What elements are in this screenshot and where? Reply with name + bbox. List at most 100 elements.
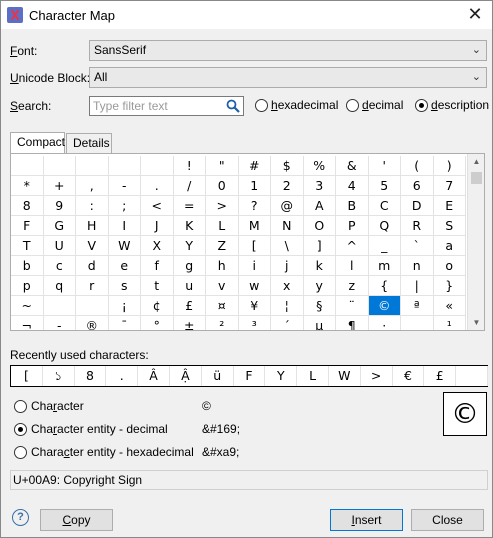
grid-cell[interactable]: £ [173, 296, 206, 316]
search-hexadecimal-radio[interactable]: hexadecimal [255, 98, 338, 112]
grid-cell[interactable]: * [11, 176, 44, 196]
grid-cell[interactable]: ) [433, 156, 466, 176]
scroll-down-icon[interactable]: ▼ [468, 318, 484, 327]
recent-character[interactable] [456, 366, 488, 386]
grid-cell[interactable]: G [43, 216, 76, 236]
grid-cell[interactable]: S [433, 216, 466, 236]
tab-details[interactable]: Details [66, 133, 112, 153]
output-entity-decimal-radio[interactable]: Character entity - decimal [14, 422, 168, 436]
grid-cell[interactable]: ¤ [206, 296, 239, 316]
search-input[interactable] [90, 97, 220, 115]
recent-character[interactable]: Ậ [170, 366, 202, 386]
grid-cell[interactable]: P [336, 216, 369, 236]
grid-cell[interactable]: µ [304, 316, 336, 330]
grid-cell[interactable] [43, 156, 76, 176]
search-decimal-radio[interactable]: decimal [346, 98, 403, 112]
grid-cell[interactable]: A [303, 196, 336, 216]
scrollbar-thumb[interactable] [471, 172, 482, 184]
grid-cell[interactable]: . [141, 176, 174, 196]
grid-cell[interactable]: x [271, 276, 304, 296]
recent-character[interactable]: ১ [43, 366, 75, 386]
recent-character[interactable]: . [106, 366, 139, 386]
grid-cell[interactable]: $ [271, 156, 304, 176]
grid-cell[interactable]: Q [368, 216, 401, 236]
grid-cell[interactable]: v [206, 276, 239, 296]
grid-cell[interactable]: ¹ [434, 316, 466, 330]
grid-cell[interactable]: p [11, 276, 44, 296]
grid-cell[interactable]: > [206, 196, 239, 216]
grid-cell[interactable]: ~ [11, 296, 44, 316]
grid-cell[interactable]: - [108, 176, 141, 196]
recent-character[interactable]: ü [202, 366, 234, 386]
grid-cell[interactable]: N [271, 216, 304, 236]
grid-cell[interactable]: ¯ [109, 316, 141, 330]
grid-cell[interactable]: c [43, 256, 76, 276]
grid-cell[interactable]: ² [206, 316, 239, 330]
grid-cell[interactable]: 1 [238, 176, 271, 196]
grid-cell[interactable]: " [206, 156, 239, 176]
grid-cell[interactable]: @ [271, 196, 304, 216]
grid-cell[interactable]: z [336, 276, 369, 296]
unicode-block-select[interactable]: All ⌄ [89, 67, 487, 88]
recent-character[interactable]: € [393, 366, 425, 386]
grid-cell[interactable]: r [76, 276, 109, 296]
grid-cell[interactable]: ¶ [336, 316, 369, 330]
recent-character[interactable]: L [297, 366, 329, 386]
grid-cell[interactable]: b [11, 256, 44, 276]
grid-cell[interactable]: , [76, 176, 109, 196]
grid-cell[interactable]: K [173, 216, 206, 236]
grid-cell[interactable]: ¦ [271, 296, 304, 316]
grid-cell[interactable]: 0 [206, 176, 239, 196]
grid-cell[interactable]: ª [401, 296, 434, 316]
grid-cell[interactable]: % [303, 156, 336, 176]
search-icon[interactable] [226, 99, 240, 113]
grid-cell[interactable]: { [368, 276, 401, 296]
recent-character[interactable]: > [361, 366, 393, 386]
grid-cell[interactable]: | [401, 276, 434, 296]
grid-cell[interactable]: m [368, 256, 401, 276]
grid-cell[interactable]: L [206, 216, 239, 236]
grid-cell[interactable]: & [336, 156, 369, 176]
grid-cell[interactable]: § [303, 296, 336, 316]
grid-cell[interactable]: R [401, 216, 434, 236]
grid-cell[interactable]: X [141, 236, 174, 256]
copy-button[interactable]: Copy [40, 509, 113, 531]
grid-cell[interactable]: · [369, 316, 401, 330]
grid-cell[interactable]: Z [206, 236, 239, 256]
recent-character[interactable]: Y [265, 366, 298, 386]
grid-cell[interactable]: : [76, 196, 109, 216]
grid-cell[interactable] [76, 296, 109, 316]
grid-cell[interactable] [43, 296, 76, 316]
grid-cell[interactable]: \ [271, 236, 304, 256]
grid-cell[interactable]: 9 [43, 196, 76, 216]
grid-cell[interactable]: 5 [368, 176, 401, 196]
grid-cell[interactable]: ¡ [108, 296, 141, 316]
grid-cell[interactable]: ¢ [141, 296, 174, 316]
grid-cell[interactable]: I [108, 216, 141, 236]
grid-cell[interactable]: < [141, 196, 174, 216]
grid-cell[interactable]: u [173, 276, 206, 296]
grid-cell[interactable]: l [336, 256, 369, 276]
grid-cell[interactable]: U [43, 236, 76, 256]
grid-cell[interactable]: [ [238, 236, 271, 256]
scroll-up-icon[interactable]: ▲ [468, 157, 484, 166]
grid-cell[interactable] [141, 156, 174, 176]
grid-cell[interactable]: k [303, 256, 336, 276]
grid-cell[interactable]: © [368, 296, 401, 316]
grid-cell[interactable]: ° [141, 316, 174, 330]
output-character-radio[interactable]: Character [14, 399, 84, 413]
grid-cell[interactable]: e [108, 256, 141, 276]
grid-cell[interactable]: w [238, 276, 271, 296]
grid-cell[interactable]: ³ [239, 316, 271, 330]
grid-cell[interactable]: ¨ [336, 296, 369, 316]
grid-cell[interactable]: O [303, 216, 336, 236]
grid-cell[interactable]: B [336, 196, 369, 216]
grid-cell[interactable]: / [173, 176, 206, 196]
grid-cell[interactable]: W [108, 236, 141, 256]
grid-cell[interactable]: ¥ [238, 296, 271, 316]
grid-cell[interactable]: ± [174, 316, 206, 330]
grid-cell[interactable] [108, 156, 141, 176]
grid-cell[interactable]: ® [76, 316, 109, 330]
grid-cell[interactable]: - [44, 316, 76, 330]
grid-cell[interactable]: a [433, 236, 466, 256]
